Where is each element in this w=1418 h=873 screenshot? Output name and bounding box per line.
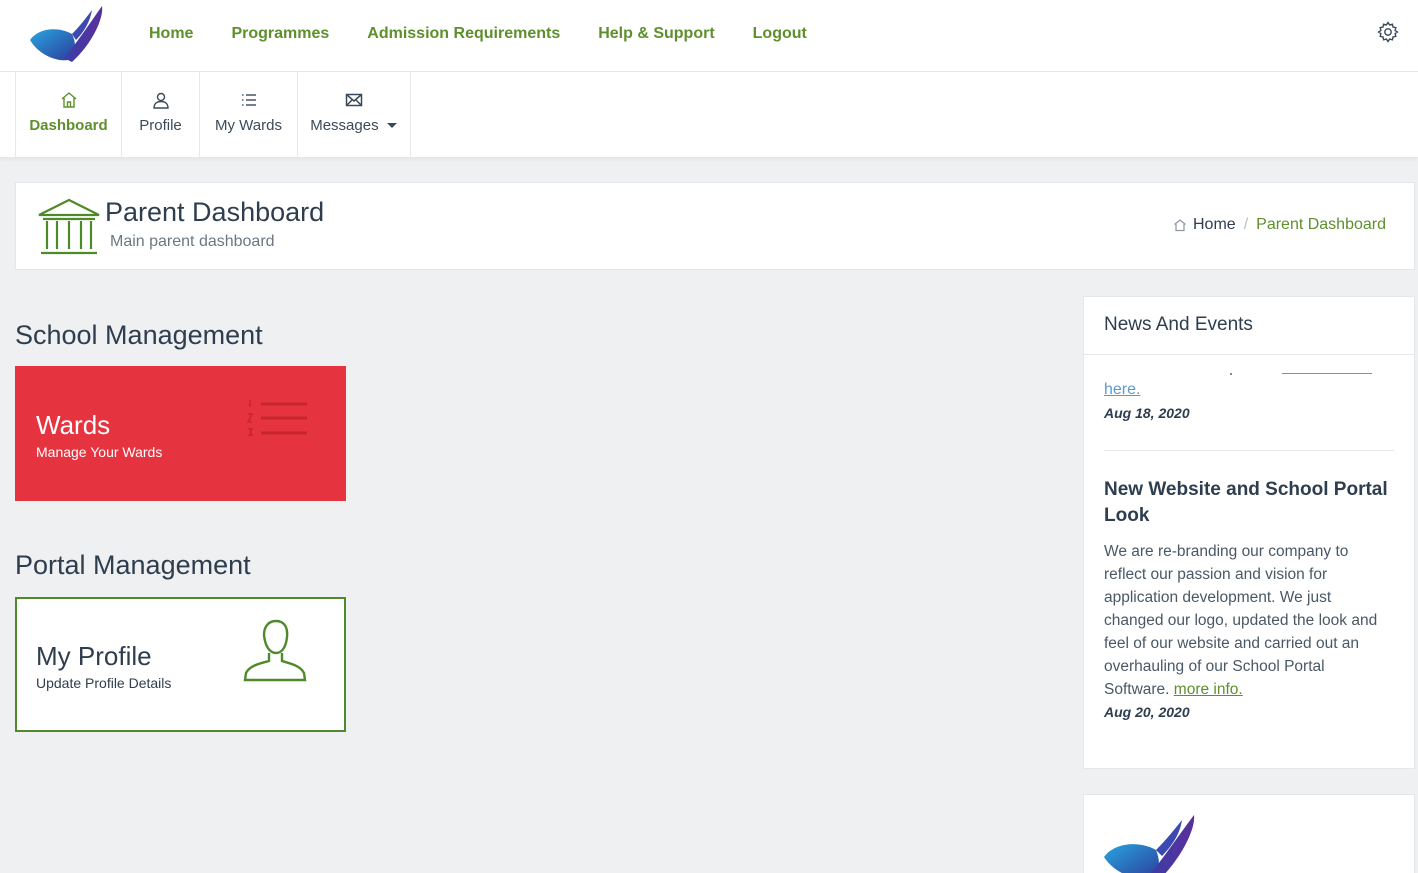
user-icon bbox=[152, 92, 169, 109]
news-item2-date: Aug 20, 2020 bbox=[1104, 704, 1190, 720]
top-navbar: Home Programmes Admission Requirements H… bbox=[0, 0, 1418, 72]
news-item2-body: We are re-branding our company to reflec… bbox=[1104, 540, 1394, 701]
breadcrumb-current: Parent Dashboard bbox=[1256, 216, 1386, 233]
school-management-heading: School Management bbox=[15, 320, 263, 350]
news-item2-title: New Website and School Portal Look bbox=[1104, 479, 1388, 526]
breadcrumb-home-link[interactable]: Home bbox=[1193, 216, 1236, 234]
caret-down-icon bbox=[386, 123, 397, 129]
news-item1-link[interactable]: here. bbox=[1104, 381, 1140, 399]
my-profile-tile[interactable]: My Profile Update Profile Details bbox=[15, 597, 346, 732]
gear-icon[interactable] bbox=[1376, 20, 1400, 44]
user-outline-icon bbox=[243, 619, 307, 682]
page-subtitle: Main parent dashboard bbox=[110, 233, 275, 250]
page-title: Parent Dashboard bbox=[105, 197, 325, 227]
page-header: Parent Dashboard Main parent dashboard H… bbox=[15, 182, 1415, 270]
nav-logout-link[interactable]: Logout bbox=[753, 22, 807, 46]
tab-messages-text: Messages bbox=[310, 117, 379, 134]
nav-home-link[interactable]: Home bbox=[149, 22, 193, 46]
news-fragment-dot bbox=[1230, 373, 1232, 375]
main-menu: Home Programmes Admission Requirements H… bbox=[149, 22, 845, 46]
tab-my-wards-label: My Wards bbox=[215, 117, 282, 134]
news-heading: News And Events bbox=[1084, 297, 1414, 355]
portal-management-heading: Portal Management bbox=[15, 550, 251, 580]
dashboard-subnav: Dashboard Profile My Wards Messages bbox=[0, 72, 1418, 158]
tab-profile-label: Profile bbox=[139, 117, 182, 134]
brand-logo-small bbox=[1104, 815, 1195, 873]
tab-profile[interactable]: Profile bbox=[122, 72, 200, 157]
news-item1-date: Aug 18, 2020 bbox=[1104, 405, 1190, 421]
list-numbered-icon bbox=[247, 400, 307, 436]
footer-logo-card bbox=[1083, 794, 1415, 873]
news-fragment-underline bbox=[1282, 373, 1372, 374]
breadcrumb: Home / Parent Dashboard bbox=[1173, 216, 1386, 234]
institution-icon bbox=[38, 198, 100, 255]
wards-tile-title: Wards bbox=[36, 410, 111, 440]
home-icon bbox=[61, 92, 76, 108]
tab-dashboard-label: Dashboard bbox=[29, 117, 108, 134]
wards-tile[interactable]: Wards Manage Your Wards bbox=[15, 366, 346, 501]
brand-logo[interactable] bbox=[28, 4, 114, 64]
tab-messages[interactable]: Messages bbox=[298, 72, 411, 157]
news-item2-text: We are re-branding our company to reflec… bbox=[1104, 543, 1378, 698]
breadcrumb-separator: / bbox=[1243, 216, 1249, 233]
envelope-icon bbox=[345, 93, 363, 107]
my-profile-tile-title: My Profile bbox=[36, 641, 152, 671]
tab-dashboard[interactable]: Dashboard bbox=[15, 72, 122, 157]
my-profile-tile-subtitle: Update Profile Details bbox=[36, 675, 172, 691]
nav-help-support-link[interactable]: Help & Support bbox=[598, 22, 714, 46]
tab-my-wards[interactable]: My Wards bbox=[200, 72, 298, 157]
nav-programmes-link[interactable]: Programmes bbox=[231, 22, 329, 46]
news-events-panel: News And Events here. Aug 18, 2020 New W… bbox=[1083, 296, 1415, 769]
list-icon bbox=[241, 94, 256, 106]
breadcrumb-home-icon bbox=[1174, 219, 1186, 232]
nav-admission-requirements-link[interactable]: Admission Requirements bbox=[367, 22, 560, 46]
news-item2-more-link[interactable]: more info. bbox=[1174, 681, 1243, 698]
tab-messages-label: Messages bbox=[298, 117, 410, 134]
wards-tile-subtitle: Manage Your Wards bbox=[36, 444, 163, 460]
news-divider bbox=[1104, 450, 1394, 451]
